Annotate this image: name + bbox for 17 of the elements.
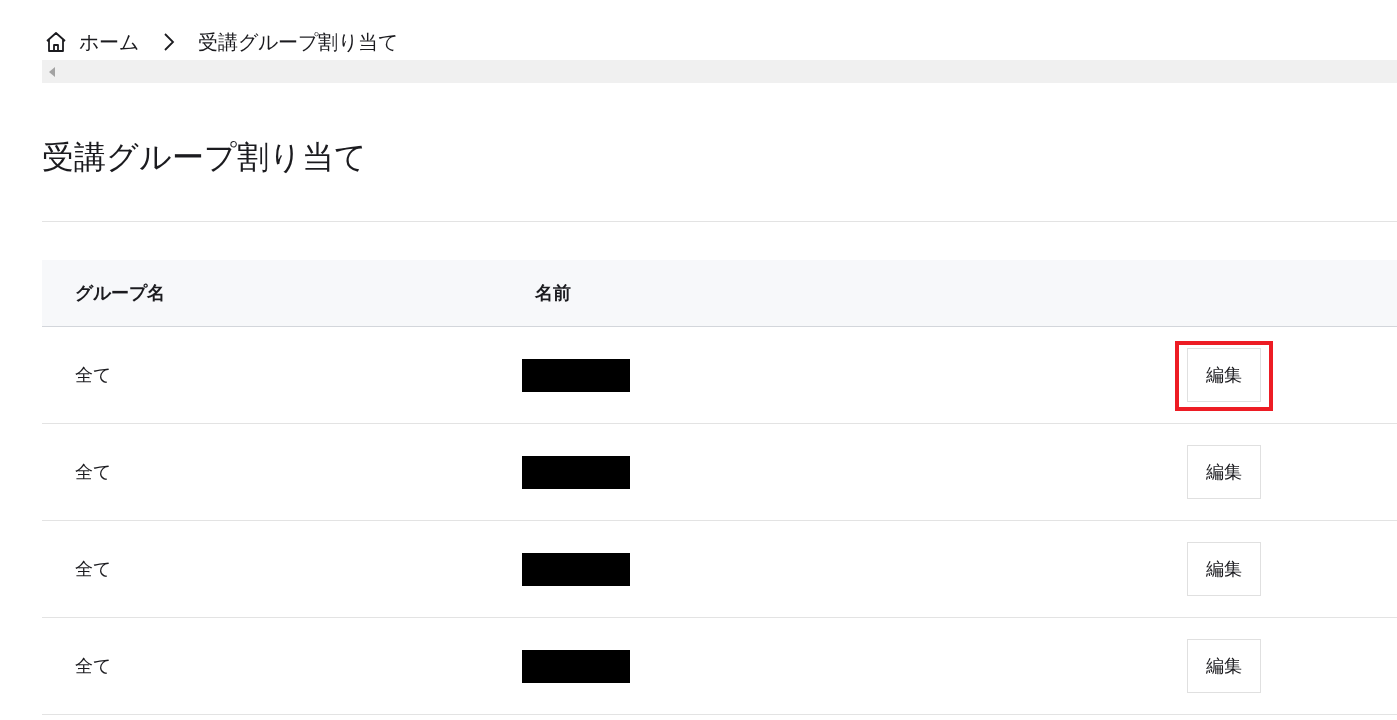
breadcrumb-current: 受講グループ割り当て <box>198 29 398 55</box>
page-title: 受講グループ割り当て <box>42 137 368 178</box>
home-icon <box>44 30 68 54</box>
column-header: グループ名 <box>75 282 165 303</box>
table-cell: 全て <box>75 558 111 579</box>
breadcrumb-link[interactable]: ホーム <box>44 29 139 55</box>
scroll-left-arrow-icon[interactable] <box>49 66 55 77</box>
chevron-right-icon <box>163 33 175 51</box>
table-cell: 全て <box>75 655 111 676</box>
horizontal-scrollbar[interactable] <box>42 60 1397 83</box>
edit-button[interactable]: 編集 <box>1187 348 1261 402</box>
edit-button[interactable]: 編集 <box>1187 542 1261 596</box>
column-header: 名前 <box>535 282 571 303</box>
edit-button[interactable]: 編集 <box>1187 445 1261 499</box>
table-cell: 全て <box>75 461 111 482</box>
table-cell: 全て <box>75 364 111 385</box>
edit-button[interactable]: 編集 <box>1187 639 1261 693</box>
